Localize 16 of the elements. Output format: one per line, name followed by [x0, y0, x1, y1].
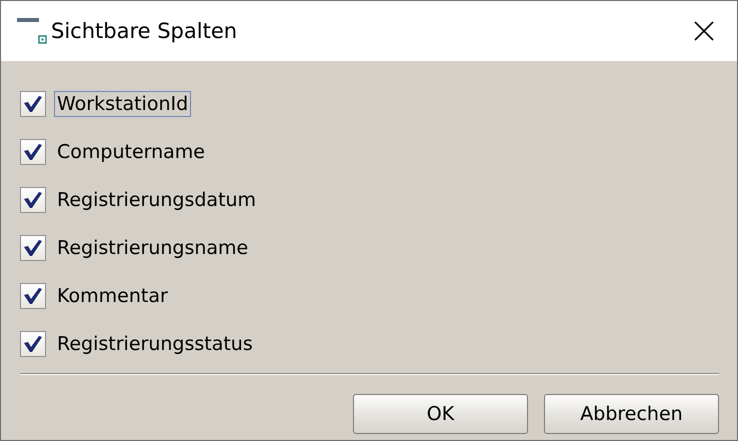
checkbox[interactable] — [20, 91, 46, 117]
checkbox[interactable] — [20, 187, 46, 213]
column-label[interactable]: Registrierungsdatum — [54, 187, 260, 213]
checkbox[interactable] — [20, 139, 46, 165]
checkbox[interactable] — [20, 235, 46, 261]
column-label[interactable]: Computername — [54, 139, 208, 165]
column-label[interactable]: Registrierungsname — [54, 235, 252, 261]
column-label[interactable]: Registrierungsstatus — [54, 331, 256, 357]
column-label[interactable]: WorkstationId — [54, 91, 192, 117]
cancel-button[interactable]: Abbrechen — [544, 394, 719, 434]
app-logo-icon — [17, 16, 47, 46]
checkbox[interactable] — [20, 283, 46, 309]
checkbox[interactable] — [20, 331, 46, 357]
window-title: Sichtbare Spalten — [51, 19, 238, 43]
column-label[interactable]: Kommentar — [54, 283, 171, 309]
ok-button[interactable]: OK — [353, 394, 528, 434]
